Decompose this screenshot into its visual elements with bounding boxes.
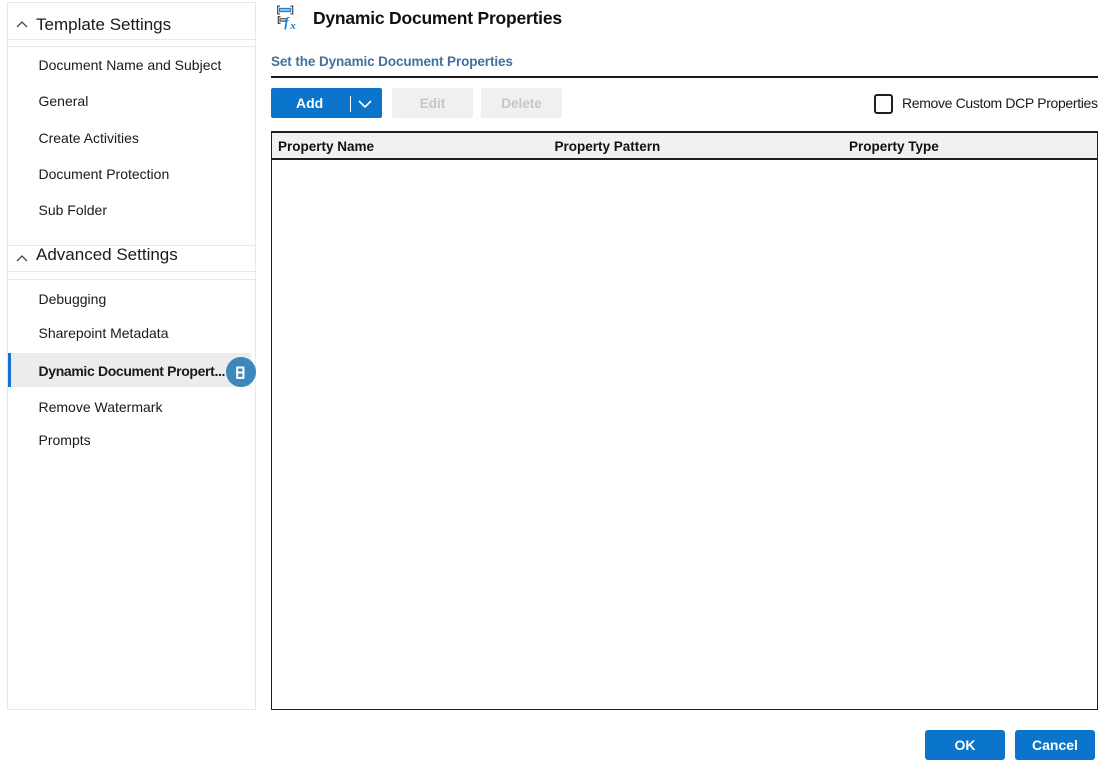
svg-text:f: f xyxy=(284,15,290,30)
svg-text:x: x xyxy=(289,20,296,32)
